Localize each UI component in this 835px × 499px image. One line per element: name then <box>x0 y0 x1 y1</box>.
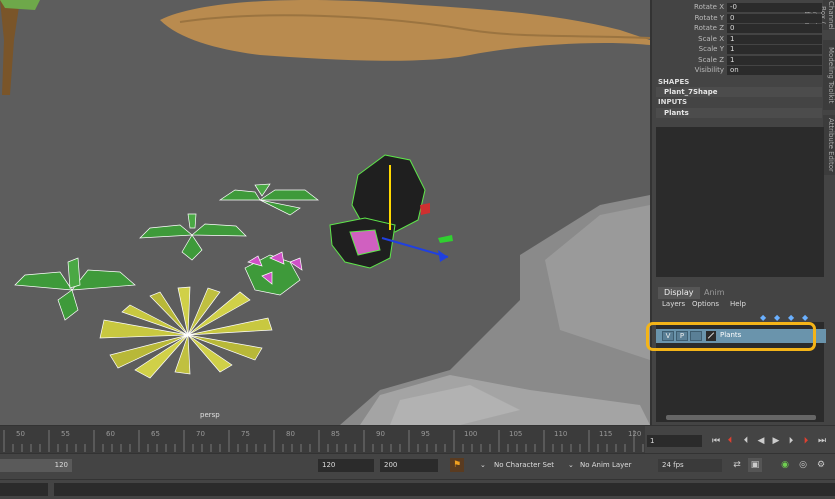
tick-label: 55 <box>61 430 70 438</box>
plant-yellow <box>99 286 273 379</box>
plant-pink <box>244 251 303 296</box>
range-slider-bar: 120 120 200 ⚑ ⌄ No Character Set ⌄ No An… <box>0 453 835 479</box>
anim-layer-dropdown[interactable]: No Anim Layer <box>580 459 655 472</box>
attr-row[interactable]: Rotate X -0 <box>652 3 824 13</box>
menu-layers[interactable]: Layers <box>662 300 685 308</box>
side-tab-channel-box[interactable]: Channel Box / Layer Editor <box>803 0 835 30</box>
attr-value-field[interactable]: 0 <box>727 13 822 23</box>
plant-green-back <box>218 183 320 216</box>
fps-dropdown[interactable]: 24 fps <box>658 459 722 472</box>
go-to-end-icon[interactable]: ⏭ <box>816 435 828 447</box>
attr-value-field[interactable]: 1 <box>727 55 822 65</box>
attr-value-field[interactable]: on <box>727 66 822 75</box>
tick-label: 90 <box>376 430 385 438</box>
dirt-patch <box>160 0 650 61</box>
side-tab-attribute-editor[interactable]: Attribute Editor <box>823 115 835 175</box>
plant-green-mid <box>139 213 247 261</box>
tick-label: 80 <box>286 430 295 438</box>
attr-value-field[interactable]: 0 <box>727 24 822 33</box>
range-slider[interactable]: 120 <box>0 459 72 472</box>
tick-label: 65 <box>151 430 160 438</box>
highlight-annotation <box>646 322 816 351</box>
playback-end-field[interactable]: 120 <box>318 459 374 472</box>
preferences-icon[interactable]: ⚙ <box>814 458 828 472</box>
play-backward-icon[interactable]: ◀ <box>755 435 767 447</box>
playback-speed-icon[interactable]: ◎ <box>796 458 810 472</box>
tick-label: 105 <box>509 430 523 438</box>
sound-icon[interactable]: ◉ <box>778 458 792 472</box>
perspective-viewport[interactable]: persp <box>0 0 650 425</box>
attr-value-field[interactable]: 1 <box>727 34 822 44</box>
tick-label: 60 <box>106 430 115 438</box>
camera-label: persp <box>200 411 220 419</box>
channel-box-empty-area <box>656 127 824 277</box>
chevron-down-icon[interactable]: ⌄ <box>568 459 574 472</box>
plant-green-left <box>14 257 136 321</box>
chevron-down-icon[interactable]: ⌄ <box>480 459 486 472</box>
layer-toolbar: ◆ ◆ ◆ ◆ <box>760 313 830 322</box>
channel-box-panel: Channel Box / Layer Editor Modeling Tool… <box>650 0 835 425</box>
attr-row[interactable]: Scale X 1 <box>652 34 824 45</box>
create-layer-icon[interactable]: ◆ <box>802 313 808 322</box>
loop-icon[interactable]: ⇄ <box>730 458 744 472</box>
attr-value-field[interactable]: -0 <box>727 3 822 12</box>
tick-label: 50 <box>16 430 25 438</box>
tick-label: 95 <box>421 430 430 438</box>
tick-label: 110 <box>554 430 568 438</box>
layer-scrollbar[interactable] <box>666 415 816 420</box>
time-ruler[interactable]: 50 55 60 65 70 75 80 85 90 95 100 105 11… <box>0 426 645 454</box>
shapes-heading: SHAPES <box>658 78 690 86</box>
layer-empty-icon[interactable]: ◆ <box>788 313 794 322</box>
mel-toggle[interactable] <box>0 483 48 496</box>
tab-display[interactable]: Display <box>658 287 700 299</box>
side-tab-modeling-toolkit[interactable]: Modeling Toolkit <box>823 40 835 110</box>
tick-label: 85 <box>331 430 340 438</box>
tick-label: 75 <box>241 430 250 438</box>
time-slider[interactable]: 50 55 60 65 70 75 80 85 90 95 100 105 11… <box>0 425 835 454</box>
command-line <box>0 479 835 499</box>
shape-node[interactable]: Plant_7Shape <box>656 87 822 97</box>
step-back-key-icon[interactable]: ⏴ <box>724 435 736 447</box>
key-icon[interactable]: ▣ <box>748 458 762 472</box>
character-set-dropdown[interactable]: No Character Set <box>494 459 574 472</box>
tree-trunk <box>0 0 20 95</box>
attr-value-field[interactable]: 1 <box>727 45 822 54</box>
go-to-start-icon[interactable]: ⏮ <box>710 435 722 447</box>
attr-row[interactable]: Rotate Z 0 <box>652 24 824 34</box>
x-handle <box>420 203 430 215</box>
attr-row[interactable]: Scale Y 1 <box>652 45 824 55</box>
tab-anim[interactable]: Anim <box>698 287 731 299</box>
input-node[interactable]: Plants <box>656 108 822 118</box>
tick-label: 120 <box>628 430 642 438</box>
inputs-heading: INPUTS <box>658 98 688 106</box>
step-forward-key-icon[interactable]: ⏵ <box>800 435 812 447</box>
attr-row[interactable]: Scale Z 1 <box>652 55 824 66</box>
command-input[interactable] <box>54 483 835 496</box>
play-forward-icon[interactable]: ▶ <box>770 435 782 447</box>
menu-help[interactable]: Help <box>730 300 746 308</box>
step-forward-frame-icon[interactable]: ⏵ <box>785 435 797 447</box>
tick-label: 70 <box>196 430 205 438</box>
tick-label: 115 <box>599 430 613 438</box>
scene-render <box>0 0 650 425</box>
auto-key-icon[interactable]: ⚑ <box>450 458 464 472</box>
plant-selected <box>329 154 426 269</box>
y-handle <box>438 235 453 243</box>
new-layer-icon[interactable]: ◆ <box>760 313 766 322</box>
attr-row[interactable]: Rotate Y 0 <box>652 13 824 24</box>
maya-window: persp Channel Box / Layer Editor Modelin… <box>0 0 835 499</box>
ruler-ticks <box>3 430 644 452</box>
tick-label: 100 <box>464 430 478 438</box>
attr-row[interactable]: Visibility on <box>652 66 824 76</box>
step-back-frame-icon[interactable]: ⏴ <box>740 435 752 447</box>
current-frame-field[interactable]: 1 <box>647 435 702 447</box>
layer-selected-icon[interactable]: ◆ <box>774 313 780 322</box>
animation-end-field[interactable]: 200 <box>380 459 438 472</box>
menu-options[interactable]: Options <box>692 300 719 308</box>
